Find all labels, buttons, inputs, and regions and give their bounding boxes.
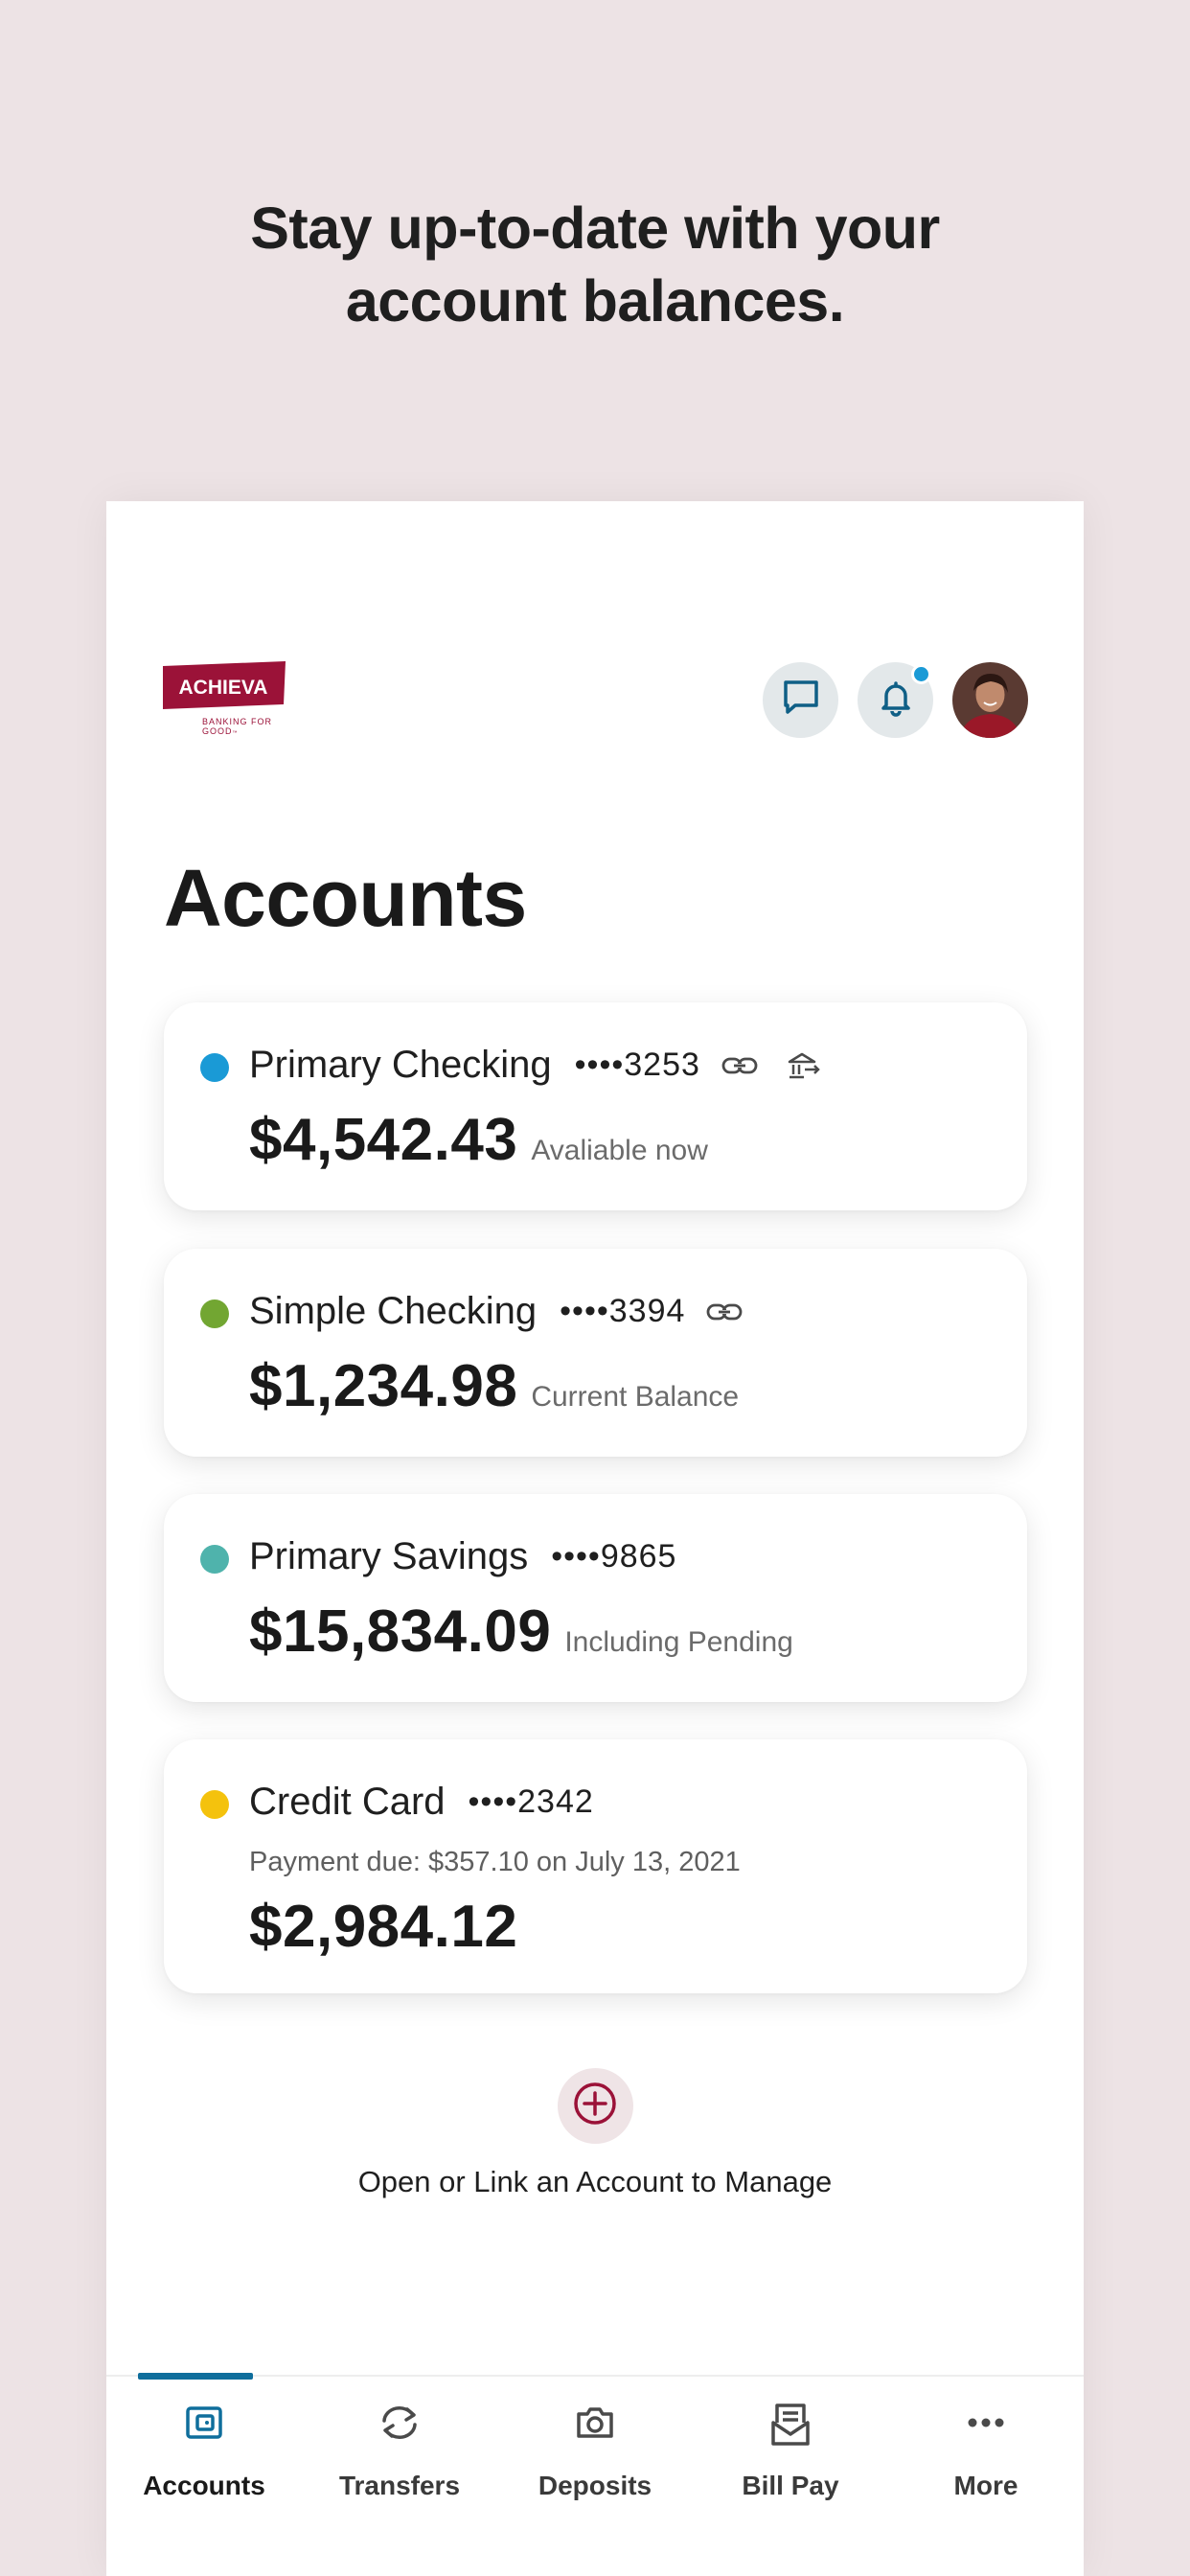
wallet-icon [106, 2402, 302, 2444]
tab-label: Accounts [143, 2471, 265, 2500]
more-icon [888, 2402, 1084, 2444]
balance-label: Current Balance [531, 1381, 740, 1413]
tab-label: More [953, 2471, 1018, 2500]
tab-label: Bill Pay [742, 2471, 839, 2500]
messages-button[interactable] [763, 662, 838, 738]
notification-badge [911, 664, 931, 684]
bottom-tab-bar: Accounts Transfers Deposits Bill Pay Mor… [106, 2373, 1084, 2576]
notifications-button[interactable] [858, 662, 933, 738]
account-color-dot [200, 1790, 229, 1819]
tab-label: Transfers [338, 2471, 461, 2500]
svg-text:BANKING FOR: BANKING FOR [202, 717, 272, 726]
balance-label: Including Pending [564, 1626, 793, 1658]
link-icon [706, 1300, 743, 1323]
account-name: Credit Card [249, 1781, 446, 1823]
transfer-icon [302, 2402, 497, 2444]
svg-text:ACHIEVA: ACHIEVA [179, 677, 268, 699]
tab-accounts[interactable]: Accounts [106, 2373, 302, 2520]
tab-label: Deposits [538, 2471, 652, 2500]
account-color-dot [200, 1300, 229, 1328]
add-account-button[interactable] [557, 2068, 633, 2144]
tab-more[interactable]: More [888, 2377, 1084, 2520]
payment-due: Payment due: $357.10 on July 13, 2021 [249, 1847, 741, 1877]
link-icon [721, 1054, 758, 1077]
tab-transfers[interactable]: Transfers [302, 2377, 497, 2520]
account-name: Simple Checking [249, 1290, 538, 1332]
phone-screen: ACHIEVA BANKING FOR GOOD™ Accounts Prima… [106, 501, 1084, 2576]
account-name: Primary Checking [249, 1044, 552, 1086]
account-card-primary-checking[interactable]: Primary Checking ••••3253 $4,542.43 Aval… [164, 1002, 1027, 1210]
account-balance: $2,984.12 [249, 1894, 518, 1960]
account-number: ••••2342 [468, 1783, 594, 1820]
account-balance: $1,234.98 [249, 1353, 518, 1419]
promo-headline: Stay up-to-date with your account balanc… [0, 192, 1190, 337]
bank-transfer-icon [787, 1051, 821, 1080]
tab-bill-pay[interactable]: Bill Pay [693, 2377, 888, 2520]
account-color-dot [200, 1053, 229, 1082]
account-card-simple-checking[interactable]: Simple Checking ••••3394 $1,234.98 Curre… [164, 1249, 1027, 1457]
tab-deposits[interactable]: Deposits [497, 2377, 693, 2520]
bell-icon [876, 678, 916, 723]
account-balance: $15,834.09 [249, 1598, 552, 1665]
account-number: ••••3253 [574, 1046, 700, 1083]
avatar[interactable] [952, 662, 1028, 738]
account-number: ••••9865 [551, 1538, 677, 1575]
account-card-primary-savings[interactable]: Primary Savings ••••9865 $15,834.09 Incl… [164, 1494, 1027, 1702]
account-name: Primary Savings [249, 1535, 529, 1577]
account-color-dot [200, 1545, 229, 1574]
plus-circle-icon [572, 2081, 618, 2131]
page-title: Accounts [164, 853, 527, 943]
chat-icon [781, 678, 821, 723]
svg-text:GOOD™: GOOD™ [202, 726, 239, 736]
promo-headline-line1: Stay up-to-date with your [250, 196, 940, 261]
add-account-label[interactable]: Open or Link an Account to Manage [106, 2165, 1084, 2199]
header-actions [763, 662, 1028, 738]
camera-icon [497, 2402, 693, 2444]
achieva-logo: ACHIEVA BANKING FOR GOOD™ [163, 661, 287, 738]
promo-headline-line2: account balances. [345, 268, 845, 334]
active-tab-indicator [138, 2373, 253, 2380]
add-account-section: Open or Link an Account to Manage [106, 2068, 1084, 2199]
bill-icon [693, 2402, 888, 2448]
account-number: ••••3394 [560, 1293, 686, 1329]
account-balance: $4,542.43 [249, 1107, 518, 1173]
account-card-credit-card[interactable]: Credit Card ••••2342 Payment due: $357.1… [164, 1739, 1027, 1993]
balance-label: Avaliable now [531, 1135, 708, 1166]
